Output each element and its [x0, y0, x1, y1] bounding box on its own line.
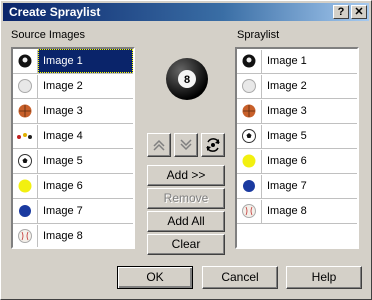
- tennisball-icon: [13, 174, 38, 198]
- list-item-label: Image 2: [43, 80, 83, 92]
- list-item[interactable]: Image 4: [13, 124, 133, 149]
- list-item[interactable]: Image 3: [237, 99, 357, 124]
- list-item[interactable]: Image 2: [13, 74, 133, 99]
- clear-button[interactable]: Clear: [147, 234, 225, 255]
- list-item-label: Image 5: [43, 155, 83, 167]
- list-item-label: Image 8: [43, 230, 83, 242]
- double-chevron-down-icon: [180, 139, 192, 151]
- list-item[interactable]: Image 3: [13, 99, 133, 124]
- billiards-icon: [13, 124, 38, 148]
- baseball-icon: [13, 224, 38, 247]
- list-item[interactable]: Image 6: [237, 149, 357, 174]
- list-item[interactable]: Image 1: [237, 49, 357, 74]
- spraylist-label: Spraylist: [237, 29, 280, 41]
- spraylist-list[interactable]: Image 1 Image 2 Image 3 Image 5 Image 6 Image…: [235, 47, 359, 249]
- list-item[interactable]: Image 5: [237, 124, 357, 149]
- list-item-label: Image 4: [43, 130, 83, 142]
- rotate-icon: [206, 138, 220, 152]
- list-item-label: Image 1: [267, 55, 307, 67]
- soccerball-icon: [13, 149, 38, 173]
- eightball-icon: [13, 49, 38, 73]
- list-item-label: Image 6: [267, 155, 307, 167]
- list-item-label: Image 5: [267, 130, 307, 142]
- title-bar[interactable]: Create Spraylist ? ✕: [3, 3, 369, 21]
- help-title-button[interactable]: ?: [333, 5, 349, 19]
- basketball-icon: [13, 99, 38, 123]
- move-up-button[interactable]: [147, 133, 171, 157]
- list-item-label: Image 3: [43, 105, 83, 117]
- ok-button[interactable]: OK: [117, 266, 193, 289]
- cancel-button[interactable]: Cancel: [202, 266, 278, 289]
- list-item-label: Image 7: [43, 205, 83, 217]
- add-button[interactable]: Add >>: [147, 165, 225, 186]
- remove-button[interactable]: Remove: [147, 188, 225, 209]
- shuffle-button[interactable]: [201, 133, 225, 157]
- add-all-button[interactable]: Add All: [147, 211, 225, 232]
- eightball-icon: 8: [166, 58, 208, 100]
- dialog-title: Create Spraylist: [9, 5, 101, 19]
- baseball-icon: [237, 199, 262, 223]
- list-item-label: Image 7: [267, 180, 307, 192]
- list-item-label: Image 2: [267, 80, 307, 92]
- list-item[interactable]: Image 5: [13, 149, 133, 174]
- list-item[interactable]: Image 1: [13, 49, 133, 74]
- list-item[interactable]: Image 7: [13, 199, 133, 224]
- golfball-icon: [13, 74, 38, 98]
- list-item[interactable]: Image 7: [237, 174, 357, 199]
- close-title-button[interactable]: ✕: [351, 5, 367, 19]
- tennisball-icon: [237, 149, 262, 173]
- blueball-icon: [237, 174, 262, 198]
- list-item[interactable]: Image 6: [13, 174, 133, 199]
- golfball-icon: [237, 74, 262, 98]
- dialog-window: Create Spraylist ? ✕ Source Images Image…: [0, 0, 372, 300]
- preview-image: 8: [165, 57, 209, 101]
- source-images-label: Source Images: [11, 29, 85, 41]
- list-item[interactable]: Image 8: [13, 224, 133, 247]
- basketball-icon: [237, 99, 262, 123]
- list-item[interactable]: Image 8: [237, 199, 357, 224]
- preview-number: 8: [184, 74, 190, 86]
- soccerball-icon: [237, 124, 262, 148]
- help-button[interactable]: Help: [286, 266, 362, 289]
- list-item-label: Image 8: [267, 205, 307, 217]
- list-item[interactable]: Image 2: [237, 74, 357, 99]
- list-item-label: Image 6: [43, 180, 83, 192]
- source-images-list[interactable]: Image 1 Image 2 Image 3 Image 4 Image 5 Image…: [11, 47, 135, 249]
- list-item-label: Image 1: [38, 49, 133, 73]
- eightball-icon: [237, 49, 262, 73]
- move-down-button[interactable]: [174, 133, 198, 157]
- blueball-icon: [13, 199, 38, 223]
- double-chevron-up-icon: [153, 139, 165, 151]
- list-item-label: Image 3: [267, 105, 307, 117]
